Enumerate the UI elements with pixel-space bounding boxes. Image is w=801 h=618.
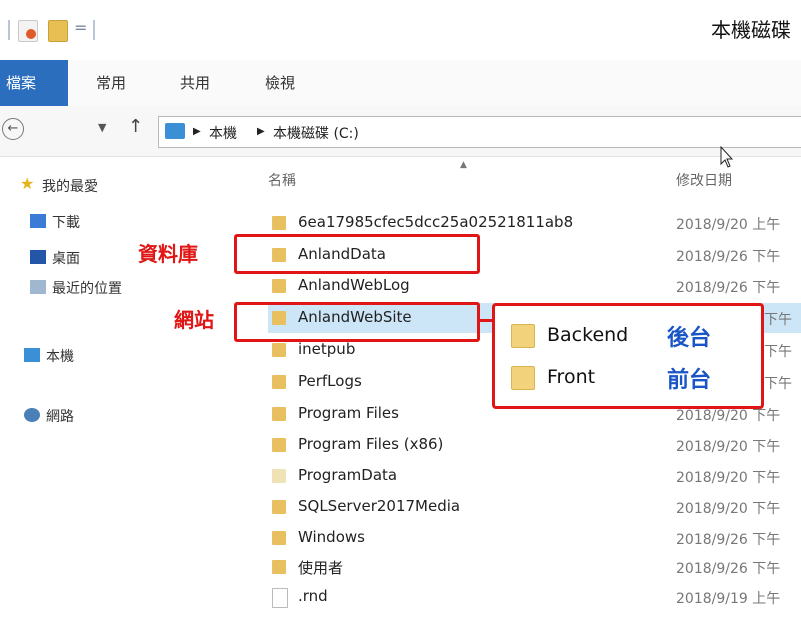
callout-front-name: Front <box>547 366 596 388</box>
subfolder-callout: Backend 後台 Front 前台 <box>492 303 764 409</box>
file-row[interactable]: 使用者 2018/9/26 下午 <box>268 552 801 582</box>
file-date: 2018/9/20 下午 <box>676 501 781 517</box>
folder-icon <box>272 216 286 230</box>
folder-icon <box>272 279 286 293</box>
file-icon <box>272 588 288 608</box>
folder-icon <box>272 560 286 574</box>
file-name: inetpub <box>298 340 356 358</box>
folder-icon <box>272 343 286 357</box>
file-name: Windows <box>298 528 365 546</box>
file-date: 2018/9/26 下午 <box>676 280 781 296</box>
file-date: 2018/9/20 上午 <box>676 217 781 233</box>
callout-front-label: 前台 <box>667 368 712 393</box>
file-date: 下午 <box>764 376 792 392</box>
file-name: AnlandWebLog <box>298 276 410 294</box>
file-date: 2018/9/20 下午 <box>676 439 781 455</box>
file-name: SQLServer2017Media <box>298 497 461 515</box>
file-date: 2018/9/26 下午 <box>676 561 781 577</box>
file-row[interactable]: Program Files (x86) 2018/9/20 下午 <box>268 430 801 460</box>
folder-icon <box>272 469 286 483</box>
file-row[interactable]: Windows 2018/9/26 下午 <box>268 523 801 553</box>
annotation-website-box <box>234 302 480 342</box>
file-date: 2018/9/26 下午 <box>676 249 781 265</box>
folder-icon <box>272 375 286 389</box>
file-row[interactable]: .rnd 2018/9/19 上午 <box>268 582 801 612</box>
file-date: 2018/9/26 下午 <box>676 532 781 548</box>
callout-backend-name: Backend <box>547 324 629 346</box>
file-date: 2018/9/19 上午 <box>676 591 781 607</box>
file-name: Program Files <box>298 404 399 422</box>
annotation-database-label: 資料庫 <box>138 242 198 266</box>
folder-icon <box>272 438 286 452</box>
file-date: 2018/9/20 下午 <box>676 470 781 486</box>
file-name: 6ea17985cfec5dcc25a02521811ab8 <box>298 213 574 231</box>
file-name: Program Files (x86) <box>298 435 444 453</box>
folder-icon <box>272 500 286 514</box>
folder-icon <box>272 531 286 545</box>
file-name: .rnd <box>298 587 328 605</box>
file-date: 下午 <box>764 344 792 360</box>
folder-icon <box>511 324 535 348</box>
folder-icon <box>272 407 286 421</box>
file-name: 使用者 <box>298 559 344 577</box>
annotation-connector <box>477 319 492 322</box>
annotation-website-label: 網站 <box>174 308 214 332</box>
file-date: 下午 <box>764 312 792 328</box>
annotation-database-box <box>234 234 480 274</box>
file-name: ProgramData <box>298 466 398 484</box>
folder-icon <box>511 366 535 390</box>
file-row[interactable]: AnlandWebLog 2018/9/26 下午 <box>268 271 801 301</box>
callout-backend-label: 後台 <box>667 326 712 351</box>
file-name: PerfLogs <box>298 372 362 390</box>
file-row[interactable]: SQLServer2017Media 2018/9/20 下午 <box>268 492 801 522</box>
file-row[interactable]: ProgramData 2018/9/20 下午 <box>268 461 801 491</box>
